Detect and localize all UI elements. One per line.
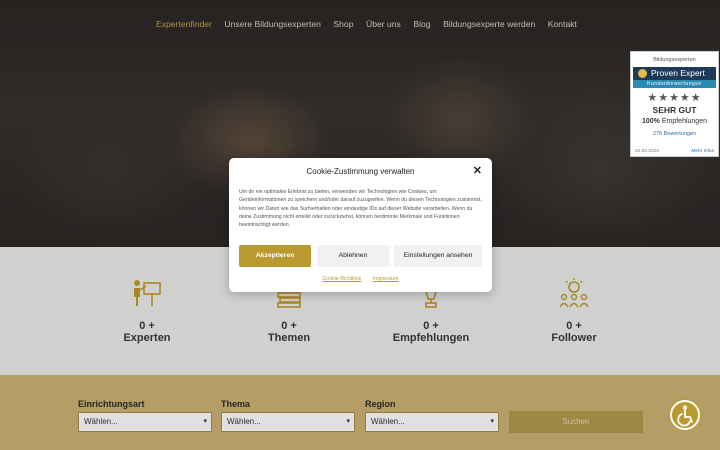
- deny-button[interactable]: Ablehnen: [317, 245, 389, 267]
- field-label: Thema: [221, 399, 251, 409]
- more-info-link[interactable]: Mehr Infos: [691, 149, 714, 154]
- rating-grade: SEHR GUT: [652, 105, 697, 115]
- badge-date: 22.02.2026: [635, 149, 660, 154]
- field-label: Region: [365, 399, 396, 409]
- search-button[interactable]: Suchen: [509, 411, 643, 433]
- recommendation-rate: 100% Empfehlungen: [631, 118, 718, 125]
- presenter-board-icon: [134, 280, 161, 306]
- proven-expert-logo-icon: [638, 69, 647, 78]
- accessibility-button[interactable]: [670, 400, 700, 430]
- imprint-link[interactable]: Impressum: [373, 276, 399, 282]
- close-icon[interactable]: ✕: [473, 164, 482, 177]
- stat-label: Themen: [267, 332, 311, 344]
- accept-button[interactable]: Akzeptieren: [239, 245, 311, 267]
- recommend-percent: 100%: [641, 118, 660, 125]
- stat-label: Experten: [123, 332, 171, 344]
- chevron-down-icon: ▾: [203, 418, 207, 425]
- cookie-policy-link[interactable]: Cookie-Richtlinie: [322, 276, 361, 282]
- dialog-body: Um dir ein optimales Erlebnis zu bieten,…: [239, 189, 482, 229]
- settings-button[interactable]: Einstellungen ansehen: [394, 245, 482, 267]
- stat-label: Empfehlungen: [392, 332, 470, 344]
- stat-number: 0 +: [423, 320, 439, 332]
- nav-item-bildungsexperten[interactable]: Unsere Bildungsexperten: [224, 19, 321, 29]
- brand-name: Proven Expert: [651, 68, 705, 78]
- badge-brand: Proven Expert: [633, 67, 716, 80]
- select-value: Wählen...: [371, 417, 405, 426]
- lightbulb-people-icon: [559, 278, 589, 308]
- select-value: Wählen...: [227, 417, 261, 426]
- nav-item-kontakt[interactable]: Kontakt: [548, 19, 577, 29]
- chevron-down-icon: ▾: [346, 418, 350, 425]
- field-label: Einrichtungsart: [78, 399, 145, 409]
- dialog-links: Cookie-Richtlinie Impressum: [229, 276, 492, 282]
- badge-title: Bildungsexperten: [653, 57, 696, 63]
- main-nav: Expertenfinder Unsere Bildungsexperten S…: [156, 19, 589, 29]
- cookie-consent-dialog: Cookie-Zustimmung verwalten ✕ Um dir ein…: [229, 158, 492, 292]
- nav-item-expertenfinder[interactable]: Expertenfinder: [156, 19, 212, 29]
- dialog-title: Cookie-Zustimmung verwalten: [306, 167, 415, 176]
- einrichtungsart-field: Einrichtungsart Wählen... ▾: [78, 399, 212, 432]
- nav-item-shop[interactable]: Shop: [333, 19, 353, 29]
- proven-expert-badge[interactable]: Bildungsexperten Proven Expert Kundenbew…: [630, 51, 719, 157]
- nav-item-blog[interactable]: Blog: [413, 19, 430, 29]
- region-field: Region Wählen... ▾: [365, 399, 499, 432]
- reviews-link[interactable]: 275 Bewertungen: [631, 131, 718, 137]
- stat-number: 0 +: [139, 320, 155, 332]
- select-value: Wählen...: [84, 417, 118, 426]
- wheelchair-icon: [677, 405, 693, 427]
- thema-select[interactable]: Wählen... ▾: [221, 412, 355, 432]
- recommend-text: Empfehlungen: [661, 118, 707, 125]
- nav-item-ueber-uns[interactable]: Über uns: [366, 19, 401, 29]
- search-bar: Einrichtungsart Wählen... ▾ Thema Wählen…: [0, 375, 720, 450]
- stat-number: 0 +: [281, 320, 297, 332]
- einrichtungsart-select[interactable]: Wählen... ▾: [78, 412, 212, 432]
- stat-number: 0 +: [566, 320, 582, 332]
- rating-stars-icon: ★★★★★: [647, 92, 702, 104]
- thema-field: Thema Wählen... ▾: [221, 399, 355, 432]
- stat-label: Follower: [551, 332, 597, 344]
- region-select[interactable]: Wählen... ▾: [365, 412, 499, 432]
- nav-item-experte-werden[interactable]: Bildungsexperte werden: [443, 19, 535, 29]
- badge-subtitle: Kundenbewertungen: [633, 80, 716, 88]
- badge-footer: 22.02.2026 Mehr Infos: [635, 149, 714, 154]
- chevron-down-icon: ▾: [490, 418, 494, 425]
